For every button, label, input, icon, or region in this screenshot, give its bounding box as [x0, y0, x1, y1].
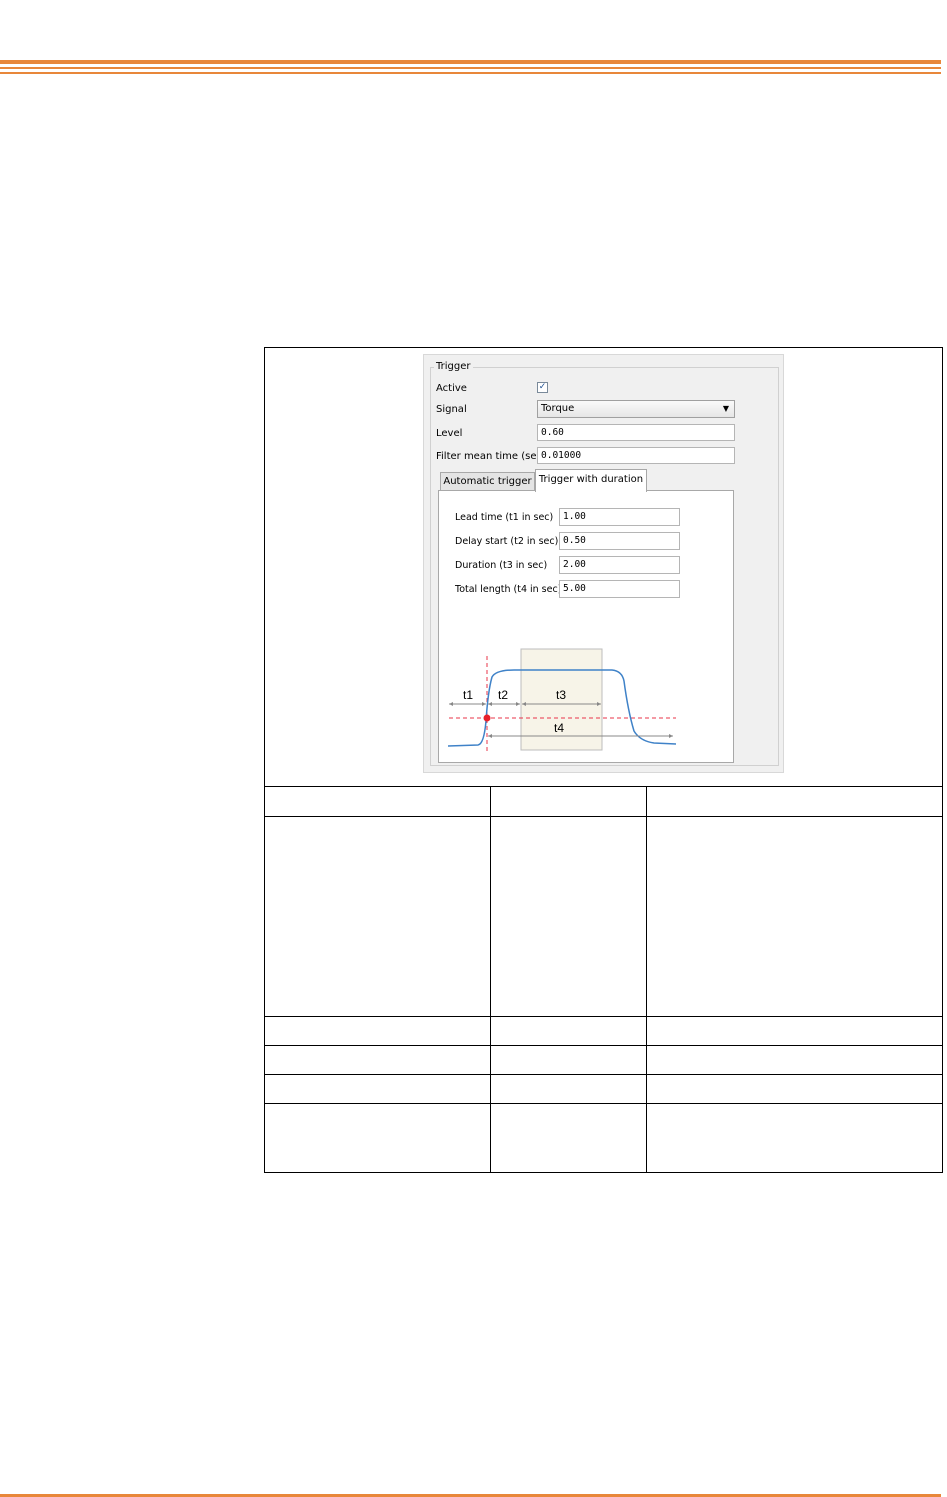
table-row-divider: [264, 1074, 943, 1075]
lead-time-label: Lead time (t1 in sec): [455, 512, 554, 523]
filter-label: Filter mean time (sec): [436, 451, 546, 462]
filter-input[interactable]: 0.01000: [537, 447, 735, 464]
table-row-divider: [264, 786, 943, 787]
check-icon: ✓: [538, 382, 547, 392]
lead-time-input[interactable]: 1.00: [559, 508, 680, 526]
signal-label: Signal: [436, 404, 467, 415]
level-input[interactable]: 0.60: [537, 424, 735, 441]
active-label: Active: [436, 383, 467, 394]
t3-label: t3: [556, 688, 566, 702]
trigger-group-title: Trigger: [434, 361, 473, 372]
delay-start-label: Delay start (t2 in sec): [455, 536, 559, 547]
tab-trigger-with-duration[interactable]: Trigger with duration: [535, 469, 647, 492]
header-rule: [0, 72, 941, 74]
total-length-input[interactable]: 5.00: [559, 580, 680, 598]
tab-automatic-trigger[interactable]: Automatic trigger: [440, 472, 535, 491]
trigger-point: [483, 714, 491, 722]
duration-input[interactable]: 2.00: [559, 556, 680, 574]
duration-label: Duration (t3 in sec): [455, 560, 548, 571]
delay-start-input[interactable]: 0.50: [559, 532, 680, 550]
table-column-divider: [490, 786, 491, 1173]
signal-value: Torque: [541, 403, 575, 414]
table-row-divider: [264, 816, 943, 817]
t4-label: t4: [554, 721, 564, 735]
header-rule: [0, 67, 941, 69]
t2-label: t2: [498, 688, 508, 702]
signal-select[interactable]: Torque ▼: [537, 400, 735, 418]
table-row-divider: [264, 1016, 943, 1017]
trigger-duration-panel: Lead time (t1 in sec) 1.00 Delay start (…: [438, 490, 734, 763]
table-row-divider: [264, 1045, 943, 1046]
active-checkbox[interactable]: ✓: [537, 382, 548, 393]
table-row-divider: [264, 1103, 943, 1104]
table-column-divider: [646, 786, 647, 1173]
trigger-timing-diagram: t1 t2 t3 t4: [447, 648, 677, 753]
t1-label: t1: [463, 688, 473, 702]
header-rule: [0, 60, 941, 64]
trigger-settings-panel: Trigger Active ✓ Signal Torque ▼ Level 0…: [423, 354, 784, 773]
total-length-label: Total length (t4 in sec): [455, 584, 562, 595]
level-label: Level: [436, 428, 463, 439]
chevron-down-icon: ▼: [722, 404, 729, 413]
